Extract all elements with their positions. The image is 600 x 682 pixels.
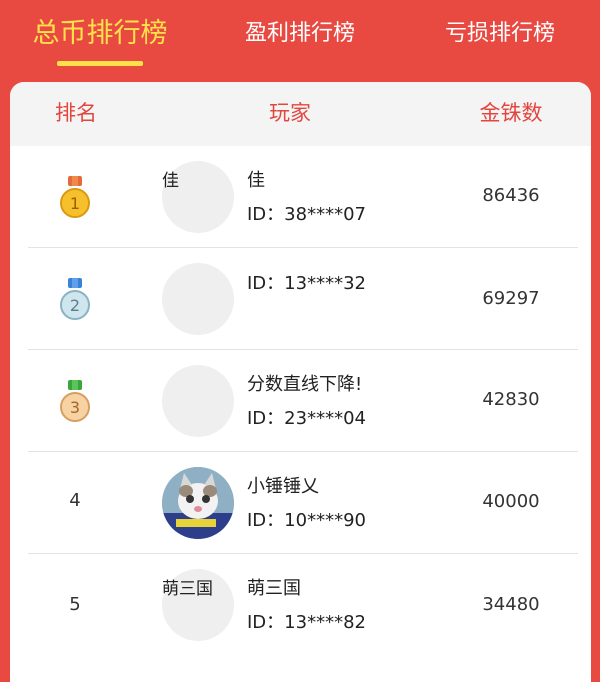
player-name: 萌三国 bbox=[247, 578, 301, 599]
tab-bar: 总币排行榜 盈利排行榜 亏损排行榜 bbox=[0, 0, 600, 82]
avatar[interactable] bbox=[162, 365, 234, 437]
tab-total-coins[interactable]: 总币排行榜 bbox=[22, 16, 178, 56]
player-id: ID：23****04 bbox=[247, 408, 366, 429]
coin-count: 69297 bbox=[482, 288, 540, 309]
gold-medal-icon: 1 bbox=[60, 176, 90, 218]
player-id: ID：38****07 bbox=[247, 204, 366, 225]
player-id: ID：13****32 bbox=[247, 273, 366, 294]
player-name: 小锤锤乂 bbox=[247, 476, 319, 497]
header-rank: 排名 bbox=[55, 101, 97, 125]
bronze-medal-icon: 3 bbox=[60, 380, 90, 422]
table-row[interactable]: 1 佳 佳 ID：38****07 86436 bbox=[10, 146, 591, 248]
svg-text:1: 1 bbox=[70, 194, 80, 213]
player-id: ID：10****90 bbox=[247, 510, 366, 531]
avatar-alt-text: 佳 bbox=[162, 171, 179, 191]
svg-text:2: 2 bbox=[70, 296, 80, 315]
coin-count: 40000 bbox=[482, 491, 540, 512]
rank-number: 5 bbox=[69, 594, 81, 615]
table-header: 排名 玩家 金铢数 bbox=[10, 82, 591, 146]
rank-number: 4 bbox=[69, 490, 81, 511]
coin-count: 86436 bbox=[482, 185, 540, 206]
avatar[interactable] bbox=[162, 263, 234, 335]
tab-profit[interactable]: 盈利排行榜 bbox=[224, 16, 376, 56]
header-player: 玩家 bbox=[269, 101, 311, 125]
table-row[interactable]: 3 分数直线下降! ID：23****04 42830 bbox=[10, 350, 591, 452]
svg-text:3: 3 bbox=[70, 398, 80, 417]
header-coins: 金铢数 bbox=[479, 101, 543, 125]
player-name: 分数直线下降! bbox=[247, 374, 363, 395]
player-id: ID：13****82 bbox=[247, 612, 366, 633]
coin-count: 42830 bbox=[482, 389, 540, 410]
avatar-alt-text: 萌三国 bbox=[162, 579, 213, 599]
table-row[interactable]: 4 小锤锤乂 ID：10****90 40000 bbox=[10, 452, 591, 554]
silver-medal-icon: 2 bbox=[60, 278, 90, 320]
cat-photo-avatar-icon[interactable] bbox=[162, 467, 234, 539]
tab-loss[interactable]: 亏损排行榜 bbox=[425, 16, 575, 56]
coin-count: 34480 bbox=[482, 594, 540, 615]
table-row[interactable]: 5 萌三国 萌三国 ID：13****82 34480 bbox=[10, 554, 591, 656]
player-name: 佳 bbox=[247, 170, 265, 191]
active-tab-indicator bbox=[57, 61, 143, 66]
table-row[interactable]: 2 ID：13****32 69297 bbox=[10, 248, 591, 350]
leaderboard-card: 排名 玩家 金铢数 1 佳 佳 ID：38****07 86436 2 ID：1… bbox=[10, 82, 591, 682]
